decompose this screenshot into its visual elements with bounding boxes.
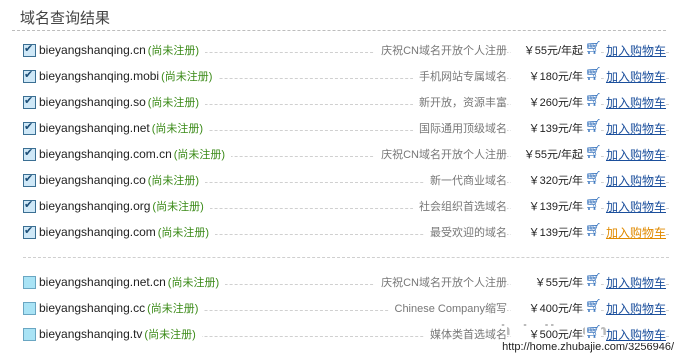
domain-row-so: bieyangshanqing.so(尚未注册) 新开放，资源丰富 ￥260元/… [23,93,669,117]
add-to-cart-link[interactable]: 加入购物车 [605,224,666,241]
domain-row-org: bieyangshanqing.org(尚未注册) 社会组织首选域名 ￥139元… [23,197,669,221]
domain-name: bieyangshanqing.mobi (尚未注册) [39,68,219,84]
domain-description: 社会组织首选域名 [413,198,507,214]
shopping-cart-icon[interactable]: 🛒︎ [585,145,602,160]
domain-price: ￥400元/年 [511,300,583,316]
domain-description: Chinese Company缩写 [388,300,507,316]
domain-price: ￥55元/年起 [511,146,583,162]
status-label: (尚未注册) [147,45,200,57]
status-label: (尚未注册) [161,71,213,83]
domain-name: bieyangshanqing.co (尚未注册) [39,172,206,188]
status-label: (尚未注册) [167,277,220,289]
domain-name: bieyangshanqing.net.cn (尚未注册) [39,274,226,290]
add-to-cart-link[interactable]: 加入购物车 [605,120,666,137]
domain-description: 媒体类首选域名 [424,326,507,342]
domain-price: ￥55元/年起 [511,42,583,58]
add-to-cart-link[interactable]: 加入购物车 [605,68,666,85]
shopping-cart-icon[interactable]: 🛒︎ [585,299,602,314]
status-label: (尚未注册) [144,329,196,341]
add-to-cart-link[interactable]: 加入购物车 [605,300,666,317]
domain-description: 新开放，资源丰富 [413,94,507,110]
status-label: (尚未注册) [157,227,210,239]
domain-name: bieyangshanqing.cn (尚未注册) [39,42,206,58]
page-title: 域名查询结果 [20,10,111,27]
domain-checkbox[interactable] [23,198,36,213]
shopping-cart-icon[interactable]: 🛒︎ [585,67,602,82]
domain-row-co: bieyangshanqing.co(尚未注册) 新一代商业域名 ￥320元/年… [23,171,669,195]
domain-price: ￥139元/年 [511,120,583,136]
add-to-cart-link[interactable]: 加入购物车 [605,172,666,189]
shopping-cart-icon[interactable]: 🛒︎ [585,119,602,134]
domain-description: 国际通用顶级域名 [413,120,507,136]
status-label: (尚未注册) [147,97,200,109]
domain-name: bieyangshanqing.so (尚未注册) [39,94,206,110]
shopping-cart-icon[interactable]: 🛒︎ [585,325,602,340]
domain-price: ￥139元/年 [511,198,583,214]
domain-row-cc: bieyangshanqing.cc (尚未注册) Chinese Company… [23,299,669,323]
shopping-cart-icon[interactable]: 🛒︎ [585,273,602,288]
domain-name: bieyangshanqing.com (尚未注册) [39,224,216,240]
domain-description: 手机网站专属域名 [413,68,507,84]
shopping-cart-icon[interactable]: 🛒︎ [585,197,602,212]
add-to-cart-link[interactable]: 加入购物车 [605,198,666,215]
domain-name: bieyangshanqing.com.cn (尚未注册) [39,146,232,162]
status-label: (尚未注册) [173,149,226,161]
domain-row-net-cn: bieyangshanqing.net.cn (尚未注册) 庆祝CN域名开放个人注… [23,273,669,297]
add-to-cart-link[interactable]: 加入购物车 [605,42,666,59]
shopping-cart-icon[interactable]: 🛒︎ [585,41,602,56]
domain-name: bieyangshanqing.org (尚未注册) [39,198,210,214]
add-to-cart-link[interactable]: 加入购物车 [605,326,666,343]
domain-checkbox[interactable] [23,172,36,187]
domain-price: ￥55元/年 [511,274,583,290]
domain-row-com-cn: bieyangshanqing.com.cn(尚未注册) 庆祝CN域名开放个人注… [23,145,669,169]
status-label: (尚未注册) [151,123,204,135]
domain-row-com: bieyangshanqing.com(尚未注册) 最受欢迎的域名 ￥139元/… [23,223,669,247]
domain-description: 新一代商业域名 [424,172,507,188]
domain-price: ￥500元/年 [511,326,583,342]
shopping-cart-icon[interactable]: 🛒︎ [585,171,602,186]
add-to-cart-link[interactable]: 加入购物车 [605,146,666,163]
section-divider [23,257,669,258]
domain-price: ￥260元/年 [511,94,583,110]
status-label: (尚未注册) [147,175,200,187]
status-label: (尚未注册) [147,303,199,315]
domain-description: 庆祝CN域名开放个人注册 [375,42,507,58]
domain-row-net: bieyangshanqing.net(尚未注册) 国际通用顶级域名 ￥139元… [23,119,669,143]
shopping-cart-icon[interactable]: 🛒︎ [585,93,602,108]
domain-checkbox[interactable] [23,302,36,315]
domain-checkbox[interactable] [23,224,36,239]
shopping-cart-icon[interactable]: 🛒︎ [585,223,602,238]
domain-checkbox[interactable] [23,276,36,289]
add-to-cart-link[interactable]: 加入购物车 [605,274,666,291]
add-to-cart-link[interactable]: 加入购物车 [605,94,666,111]
domain-checkbox[interactable] [23,328,36,341]
domain-description: 庆祝CN域名开放个人注册 [375,274,507,290]
status-label: (尚未注册) [152,201,204,213]
domain-description: 庆祝CN域名开放个人注册 [375,146,507,162]
domain-name: bieyangshanqing.net (尚未注册) [39,120,210,136]
domain-row-mobi: bieyangshanqing.mobi(尚未注册) 手机网站专属域名 ￥180… [23,67,669,91]
domain-checkbox[interactable] [23,68,36,83]
domain-description: 最受欢迎的域名 [424,224,507,240]
domain-name: bieyangshanqing.tv (尚未注册) [39,326,202,342]
domain-name: bieyangshanqing.cc (尚未注册) [39,300,205,316]
results-header: 域名查询结果 [12,0,666,31]
domain-price: ￥180元/年 [511,68,583,84]
domain-price: ￥139元/年 [511,224,583,240]
domain-row-cn: bieyangshanqing.cn(尚未注册) 庆祝CN域名开放个人注册 ￥5… [23,41,669,65]
domain-checkbox[interactable] [23,146,36,161]
domain-checkbox[interactable] [23,120,36,135]
domain-price: ￥320元/年 [511,172,583,188]
domain-checkbox[interactable] [23,94,36,109]
domain-checkbox[interactable] [23,42,36,57]
